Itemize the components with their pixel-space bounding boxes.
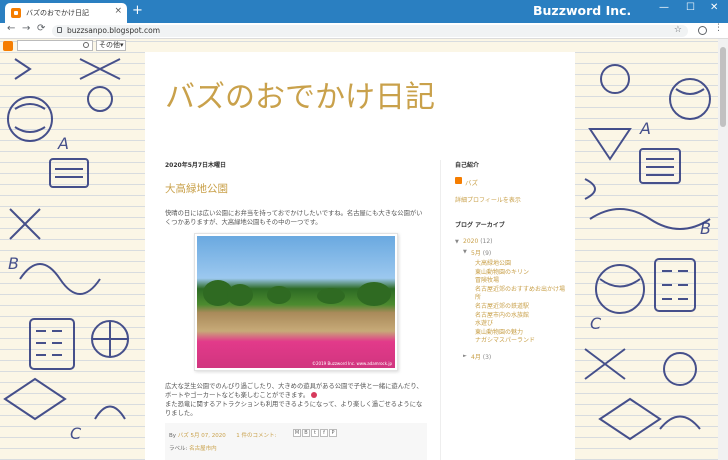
more-dropdown[interactable]: その他▾ [96, 40, 126, 51]
svg-text:A: A [639, 119, 651, 138]
post-date: 2020年5月7日木曜日 [165, 162, 227, 169]
twitter-share-button[interactable]: t [311, 429, 319, 437]
archive-prev-month-label[interactable]: 4月 [471, 354, 481, 361]
archive-post-link[interactable]: 名古屋近郊のおすすめお出かけ場所 [455, 286, 565, 303]
chevron-down-icon[interactable]: ▼ [455, 239, 459, 245]
profile-name-text[interactable]: バズ [465, 179, 478, 187]
photo-caption: ©2019 Buzzword Inc. www.adamrock.jp [312, 361, 392, 366]
author-link[interactable]: バズ [178, 433, 189, 439]
archive-prev-month-count: (3) [482, 353, 492, 361]
lock-icon [57, 27, 62, 33]
url-text: buzzsanpo.blogspot.com [67, 26, 161, 35]
post-labels: ラベル: 名古屋市内 [169, 444, 217, 452]
archive-heading: ブログ アーカイブ [455, 222, 505, 229]
blogger-profile-icon [455, 177, 462, 184]
blogger-logo-icon[interactable] [3, 41, 13, 51]
post-intro: 快晴の日には広い公園にお弁当を持っておでかけしたいですね。名古屋にも大きな公園が… [165, 210, 423, 226]
post-time-link[interactable]: 5月 07, 2020 [191, 433, 226, 439]
post-meta: By バズ 5月 07, 2020 1 件のコメント: [169, 431, 276, 439]
profile-heading: 自己紹介 [455, 162, 480, 169]
sidebar: 自己紹介 バズ 詳細プロフィールを表示 ブログ アーカイブ ▼ 2020 (12… [455, 160, 565, 361]
reload-button[interactable]: ⟳ [37, 24, 45, 34]
profile-link[interactable]: 詳細プロフィールを表示 [455, 195, 565, 204]
post-body-text: 広大な芝生公園でのんびり過ごしたり、大きめの遊具がある公園で子供と一緒に遊んだり… [165, 383, 423, 399]
blog-content: バズのおでかけ日記 2020年5月7日木曜日 大高緑地公園 快晴の日には広い公園… [145, 52, 575, 460]
post-footer: By バズ 5月 07, 2020 1 件のコメント: M B t f P ラベ… [165, 423, 427, 460]
archive-post-link[interactable]: 冒険牧場 [455, 277, 565, 286]
svg-text:C: C [590, 314, 602, 333]
page-scrollbar[interactable] [718, 39, 728, 460]
archive-month[interactable]: ▼ 5月 (9) [455, 248, 565, 257]
minimize-button[interactable]: — [659, 3, 669, 13]
archive-month-label[interactable]: 5月 [471, 250, 481, 257]
blogger-navbar: その他▾ [0, 39, 145, 52]
archive-post-list: 大高緑地公園 東山動物園のキリン 冒険牧場 名古屋近郊のおすすめお出かけ場所 名… [455, 260, 565, 346]
post-title[interactable]: 大高緑地公園 [165, 181, 427, 196]
address-bar[interactable]: buzzsanpo.blogspot.com ☆ [52, 25, 688, 37]
browser-toolbar: ← → ⟳ buzzsanpo.blogspot.com ☆ [0, 23, 728, 39]
maximize-button[interactable]: ☐ [686, 3, 695, 13]
labels-prefix: ラベル: [169, 446, 188, 452]
scrollbar-thumb[interactable] [720, 47, 726, 127]
archive-post-link[interactable]: 大高緑地公園 [455, 260, 565, 269]
archive-year-label[interactable]: 2020 [463, 238, 478, 245]
profile-name[interactable]: バズ [455, 177, 565, 187]
post-column: 2020年5月7日木曜日 大高緑地公園 快晴の日には広い公園にお弁当を持っておで… [165, 160, 427, 418]
svg-text:C: C [70, 424, 82, 443]
chevron-right-icon[interactable]: ► [463, 353, 467, 359]
column-divider [440, 160, 441, 460]
close-tab-icon[interactable]: × [114, 7, 122, 16]
chevron-down-icon[interactable]: ▼ [463, 249, 467, 255]
tab-title: バズのおでかけ日記 [26, 9, 89, 17]
close-window-button[interactable]: ✕ [710, 3, 718, 13]
forward-button[interactable]: → [22, 24, 30, 34]
blog-title[interactable]: バズのおでかけ日記 [165, 72, 435, 116]
archive-post-link[interactable]: 名古屋市内の水族館 [455, 312, 565, 321]
by-label: By [169, 433, 177, 439]
bookmark-star-icon[interactable]: ☆ [674, 25, 682, 35]
archive-prev-month[interactable]: ► 4月 (3) [455, 352, 565, 361]
search-icon[interactable] [83, 42, 89, 48]
park-image: ©2019 Buzzword Inc. www.adamrock.jp [197, 236, 395, 368]
email-share-button[interactable]: M [293, 429, 301, 437]
archive-month-count: (9) [482, 250, 492, 257]
facebook-share-button[interactable]: f [320, 429, 328, 437]
menu-icon[interactable]: ⋮ [714, 24, 723, 33]
post-photo[interactable]: ©2019 Buzzword Inc. www.adamrock.jp [194, 233, 398, 371]
svg-text:A: A [57, 134, 69, 153]
heart-icon [311, 392, 318, 398]
new-tab-button[interactable]: + [132, 4, 143, 17]
label-link[interactable]: 名古屋市内 [189, 446, 217, 452]
blog-search-input[interactable] [17, 40, 93, 51]
svg-text:B: B [700, 219, 711, 238]
brand-watermark: Buzzword Inc. [533, 3, 632, 18]
account-icon[interactable] [698, 26, 707, 35]
archive-post-link[interactable]: 東山動物園のキリン [455, 269, 565, 278]
post-body-text-2: また恐竜に関するアトラクションも利用できるようになって、より楽しく過ごせるように… [165, 401, 423, 417]
archive-post-link[interactable]: 名古屋近郊の鉄道駅 [455, 303, 565, 312]
tab-strip: バズのおでかけ日記 × + Buzzword Inc. — ☐ ✕ [0, 0, 728, 23]
archive-post-link[interactable]: ナガシマスパーランド [455, 337, 565, 346]
archive-post-link[interactable]: 水遊び [455, 320, 565, 329]
archive-year[interactable]: ▼ 2020 (12) [455, 238, 565, 245]
blog-share-button[interactable]: B [302, 429, 310, 437]
post-body: 広大な芝生公園でのんびり過ごしたり、大きめの遊具がある公園で子供と一緒に遊んだり… [165, 382, 427, 418]
pinterest-share-button[interactable]: P [329, 429, 337, 437]
blogger-favicon-icon [11, 8, 21, 18]
back-button[interactable]: ← [7, 24, 15, 34]
svg-text:B: B [8, 254, 19, 273]
comments-link[interactable]: 1 件のコメント: [236, 433, 276, 439]
browser-tab[interactable]: バズのおでかけ日記 × [5, 3, 127, 23]
archive-year-count: (12) [480, 238, 493, 245]
